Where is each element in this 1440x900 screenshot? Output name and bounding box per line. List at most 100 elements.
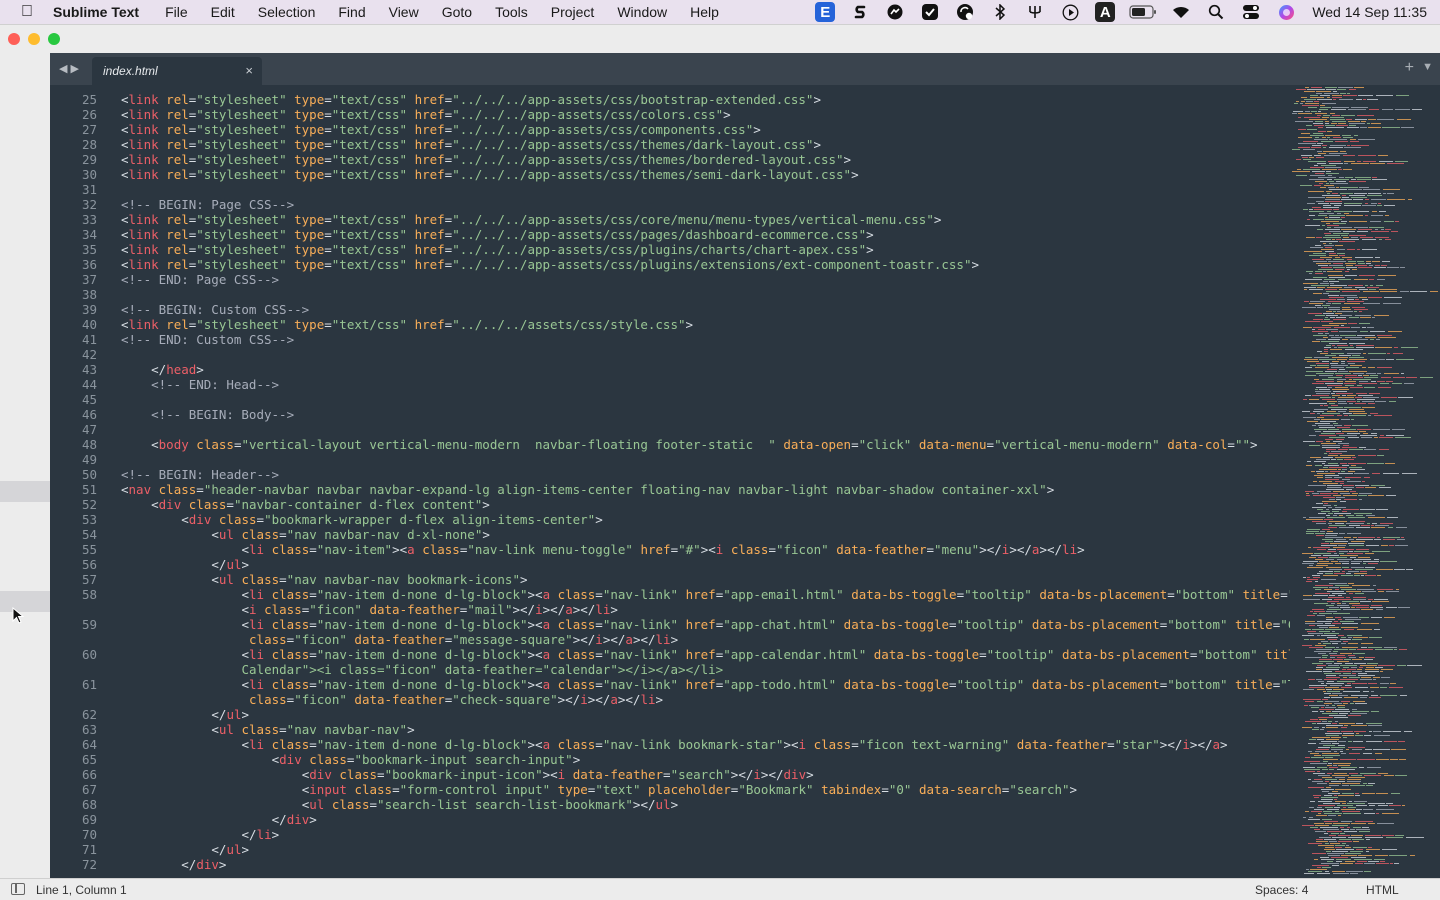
code-line[interactable]: 50 <!-- BEGIN: Header--> [50,467,1290,482]
code-line[interactable]: 38 [50,287,1290,302]
tab-nav-arrows-icon[interactable]: ◀▶ [59,62,82,75]
code-line[interactable]: 27 <link rel="stylesheet" type="text/css"… [50,122,1290,137]
siri-icon[interactable] [1275,3,1297,21]
code-line[interactable]: 29 <link rel="stylesheet" type="text/css"… [50,152,1290,167]
menu-view[interactable]: View [389,4,419,20]
fork-icon[interactable] [1024,3,1046,21]
code-line[interactable]: 37 <!-- END: Page CSS--> [50,272,1290,287]
minimap-mark [1367,195,1382,196]
tab-index-html[interactable]: index.html × [92,57,262,85]
window-close-button[interactable] [8,33,20,45]
code-line[interactable]: 49 [50,452,1290,467]
wifi-icon[interactable] [1170,3,1192,21]
menu-goto[interactable]: Goto [442,4,472,20]
s-logo-icon[interactable] [849,3,871,21]
menu-tools[interactable]: Tools [495,4,528,20]
code-line[interactable]: 66 <div class="bookmark-input-icon"><i d… [50,767,1290,782]
code-line[interactable]: 72 </div> [50,857,1290,872]
tab-close-icon[interactable]: × [245,63,253,78]
syntax-setting[interactable]: HTML [1366,883,1399,897]
bluetooth-icon[interactable] [989,3,1011,21]
code-line[interactable]: 44 <!-- END: Head--> [50,377,1290,392]
clock[interactable]: Wed 14 Sep 11:35 [1312,4,1427,20]
code-line[interactable]: 26 <link rel="stylesheet" type="text/css"… [50,107,1290,122]
code-line[interactable]: 28 <link rel="stylesheet" type="text/css"… [50,137,1290,152]
menu-project[interactable]: Project [551,4,595,20]
code-line[interactable]: 35 <link rel="stylesheet" type="text/css"… [50,242,1290,257]
checkmark-icon[interactable] [919,3,941,21]
code-line[interactable]: class="ficon" data-feather="check-square… [50,692,1290,707]
e-tile-icon[interactable]: E [814,2,836,22]
code-line[interactable]: 32 <!-- BEGIN: Page CSS--> [50,197,1290,212]
tab-list-dropdown-icon[interactable]: ▼ [1422,61,1433,73]
minimap-mark [1322,529,1330,530]
side-bar[interactable] [0,53,50,878]
code-line[interactable]: 59 <li class="nav-item d-none d-lg-block… [50,617,1290,632]
code-line[interactable]: 25 <link rel="stylesheet" type="text/css"… [50,92,1290,107]
menu-file[interactable]: File [165,4,188,20]
minimap-mark [1304,639,1309,640]
code-line[interactable]: class="ficon" data-feather="message-squa… [50,632,1290,647]
code-editor[interactable]: 25 <link rel="stylesheet" type="text/css"… [50,85,1290,878]
code-line[interactable]: 54 <ul class="nav navbar-nav d-xl-none"> [50,527,1290,542]
code-line[interactable]: 64 <li class="nav-item d-none d-lg-block… [50,737,1290,752]
minimap[interactable] [1290,85,1440,878]
apple-menu-icon[interactable]:  [18,3,36,21]
code-line[interactable]: 56 </ul> [50,557,1290,572]
code-line[interactable]: 40 <link rel="stylesheet" type="text/css"… [50,317,1290,332]
code-line[interactable]: 69 </div> [50,812,1290,827]
code-line[interactable]: 70 </li> [50,827,1290,842]
menu-help[interactable]: Help [690,4,719,20]
window-minimize-button[interactable] [28,33,40,45]
code-line[interactable]: 68 <ul class="search-list search-list-bo… [50,797,1290,812]
battery-icon[interactable] [1129,3,1157,21]
control-center-icon[interactable] [1240,3,1262,21]
code-line[interactable]: 53 <div class="bookmark-wrapper d-flex a… [50,512,1290,527]
code-line[interactable]: 63 <ul class="nav navbar-nav"> [50,722,1290,737]
code-line[interactable]: 58 <li class="nav-item d-none d-lg-block… [50,587,1290,602]
code-line[interactable]: Calendar"><i class="ficon" data-feather=… [50,662,1290,677]
code-line[interactable]: 65 <div class="bookmark-input search-inp… [50,752,1290,767]
sync-badge-icon[interactable] [954,3,976,21]
minimap-mark [1322,169,1337,170]
code-text: </ul> [211,557,250,572]
code-line[interactable]: 48 <body class="vertical-layout vertical… [50,437,1290,452]
code-line[interactable]: 43 </head> [50,362,1290,377]
code-line[interactable]: 61 <li class="nav-item d-none d-lg-block… [50,677,1290,692]
code-line[interactable]: 45 [50,392,1290,407]
code-line[interactable]: 42 [50,347,1290,362]
code-line[interactable]: 41 <!-- END: Custom CSS--> [50,332,1290,347]
menu-window[interactable]: Window [617,4,667,20]
window-zoom-button[interactable] [48,33,60,45]
menu-find[interactable]: Find [338,4,365,20]
toggle-sidebar-icon[interactable] [11,883,25,895]
code-line[interactable]: 52 <div class="navbar-container d-flex c… [50,497,1290,512]
code-line[interactable]: 62 </ul> [50,707,1290,722]
code-line[interactable]: 39 <!-- BEGIN: Custom CSS--> [50,302,1290,317]
code-line[interactable]: <i class="ficon" data-feather="mail"></i… [50,602,1290,617]
code-line[interactable]: 33 <link rel="stylesheet" type="text/css"… [50,212,1290,227]
text-tile-icon[interactable]: A [1094,2,1116,22]
indentation-setting[interactable]: Spaces: 4 [1255,883,1308,897]
code-line[interactable]: 30 <link rel="stylesheet" type="text/css"… [50,167,1290,182]
code-line[interactable]: 57 <ul class="nav navbar-nav bookmark-ic… [50,572,1290,587]
spotlight-search-icon[interactable] [1205,3,1227,21]
play-icon[interactable] [1059,3,1081,21]
code-line[interactable]: 36 <link rel="stylesheet" type="text/css"… [50,257,1290,272]
cursor-position[interactable]: Line 1, Column 1 [36,883,127,897]
code-line[interactable]: 71 </ul> [50,842,1290,857]
code-line[interactable]: 31 [50,182,1290,197]
code-line[interactable]: 51 <nav class="header-navbar navbar navba… [50,482,1290,497]
code-line[interactable]: 55 <li class="nav-item"><a class="nav-li… [50,542,1290,557]
new-tab-icon[interactable]: + [1405,59,1414,77]
code-line[interactable]: 46 <!-- BEGIN: Body--> [50,407,1290,422]
minimap-mark [1304,873,1314,874]
menu-app-name[interactable]: Sublime Text [53,4,139,20]
code-line[interactable]: 67 <input class="form-control input" typ… [50,782,1290,797]
messenger-icon[interactable] [884,3,906,21]
menu-edit[interactable]: Edit [211,4,235,20]
code-line[interactable]: 34 <link rel="stylesheet" type="text/css"… [50,227,1290,242]
menu-selection[interactable]: Selection [258,4,316,20]
code-line[interactable]: 60 <li class="nav-item d-none d-lg-block… [50,647,1290,662]
code-line[interactable]: 47 [50,422,1290,437]
